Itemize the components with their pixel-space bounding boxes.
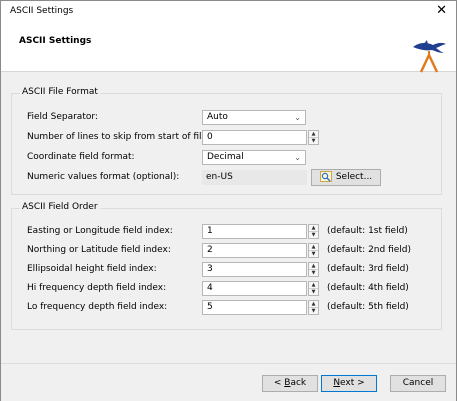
page-title: ASCII Settings bbox=[19, 36, 92, 46]
numeric-format-value: en-US bbox=[202, 170, 307, 185]
northing-index-default: (default: 2nd field) bbox=[327, 245, 412, 255]
chevron-down-icon: ⌄ bbox=[294, 113, 301, 122]
skip-lines-stepper[interactable]: ▲ ▼ bbox=[308, 130, 319, 145]
spin-down-icon[interactable]: ▼ bbox=[309, 232, 318, 238]
spin-down-icon[interactable]: ▼ bbox=[309, 138, 318, 144]
easting-index-stepper[interactable]: ▲ ▼ bbox=[308, 224, 319, 239]
main-panel: ASCII File Format Field Separator: Auto … bbox=[6, 73, 453, 359]
field-separator-label: Field Separator: bbox=[27, 112, 98, 122]
wizard-header: ASCII Settings bbox=[1, 23, 456, 73]
back-button-prefix: < bbox=[273, 378, 285, 388]
spin-up-icon[interactable]: ▲ bbox=[309, 244, 318, 251]
easting-index-label: Easting or Longitude field index: bbox=[27, 226, 173, 236]
title-bar: ASCII Settings ✕ bbox=[1, 1, 456, 23]
height-index-label: Ellipsoidal height field index: bbox=[27, 264, 157, 274]
skip-lines-label: Number of lines to skip from start of fi… bbox=[27, 132, 211, 142]
height-index-default: (default: 3rd field) bbox=[327, 264, 409, 274]
select-locale-icon bbox=[319, 171, 332, 182]
back-button-label: ack bbox=[290, 378, 307, 388]
spin-up-icon[interactable]: ▲ bbox=[309, 131, 318, 138]
hi-freq-index-input[interactable]: 4 bbox=[202, 281, 307, 296]
spin-down-icon[interactable]: ▼ bbox=[309, 251, 318, 257]
window-title: ASCII Settings bbox=[10, 6, 74, 16]
spin-up-icon[interactable]: ▲ bbox=[309, 263, 318, 270]
lo-freq-index-input[interactable]: 5 bbox=[202, 300, 307, 315]
wizard-footer: < Back Next > Cancel bbox=[1, 363, 456, 401]
select-format-button-label: Select... bbox=[335, 172, 373, 182]
cancel-button[interactable]: Cancel bbox=[390, 375, 446, 392]
coord-format-label: Coordinate field format: bbox=[27, 152, 135, 162]
back-button[interactable]: < Back bbox=[262, 375, 318, 392]
next-button-label: ext > bbox=[340, 378, 365, 388]
field-separator-select[interactable]: Auto ⌄ bbox=[202, 110, 306, 125]
height-index-input[interactable]: 3 bbox=[202, 262, 307, 277]
easting-index-input[interactable]: 1 bbox=[202, 224, 307, 239]
next-button[interactable]: Next > bbox=[321, 375, 377, 392]
spin-down-icon[interactable]: ▼ bbox=[309, 289, 318, 295]
lo-freq-index-default: (default: 5th field) bbox=[327, 302, 409, 312]
northing-index-label: Northing or Latitude field index: bbox=[27, 245, 171, 255]
spin-up-icon[interactable]: ▲ bbox=[309, 225, 318, 232]
chevron-down-icon: ⌄ bbox=[294, 153, 301, 162]
spin-down-icon[interactable]: ▼ bbox=[309, 308, 318, 314]
hi-freq-index-stepper[interactable]: ▲ ▼ bbox=[308, 281, 319, 296]
hi-freq-index-label: Hi frequency depth field index: bbox=[27, 283, 167, 293]
lo-freq-index-stepper[interactable]: ▲ ▼ bbox=[308, 300, 319, 315]
select-format-button[interactable]: Select... bbox=[311, 169, 381, 186]
height-index-stepper[interactable]: ▲ ▼ bbox=[308, 262, 319, 277]
numeric-format-label: Numeric values format (optional): bbox=[27, 172, 180, 182]
northing-index-input[interactable]: 2 bbox=[202, 243, 307, 258]
spin-down-icon[interactable]: ▼ bbox=[309, 270, 318, 276]
lo-freq-index-label: Lo frequency depth field index: bbox=[27, 302, 168, 312]
field-order-group-label: ASCII Field Order bbox=[20, 202, 100, 212]
skip-lines-input[interactable]: 0 bbox=[202, 130, 307, 145]
coord-format-value: Decimal bbox=[207, 152, 244, 162]
coord-format-select[interactable]: Decimal ⌄ bbox=[202, 150, 306, 165]
spin-up-icon[interactable]: ▲ bbox=[309, 301, 318, 308]
field-separator-value: Auto bbox=[207, 112, 228, 122]
file-format-group-label: ASCII File Format bbox=[20, 87, 100, 97]
spin-up-icon[interactable]: ▲ bbox=[309, 282, 318, 289]
swordfish-logo-icon bbox=[413, 40, 446, 73]
easting-index-default: (default: 1st field) bbox=[327, 226, 408, 236]
northing-index-stepper[interactable]: ▲ ▼ bbox=[308, 243, 319, 258]
hi-freq-index-default: (default: 4th field) bbox=[327, 283, 409, 293]
close-icon[interactable]: ✕ bbox=[436, 3, 447, 19]
dialog-window: ASCII Settings ✕ ASCII Settings ASCII Fi… bbox=[0, 0, 457, 401]
